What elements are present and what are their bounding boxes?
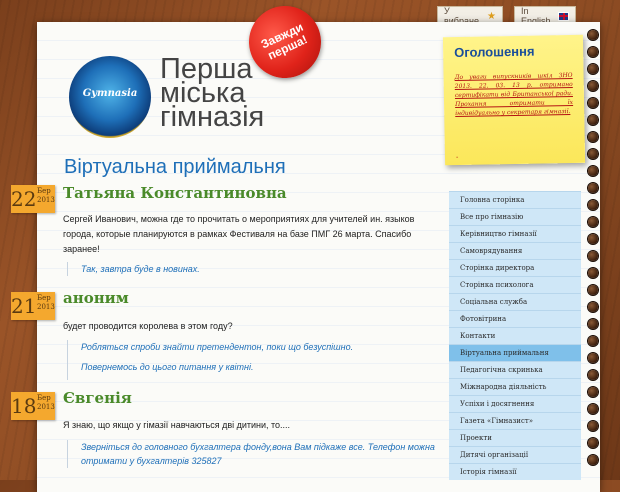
sidebar-menu-item[interactable]: Педагогічна скринька: [449, 361, 581, 378]
entry-question: Я знаю, що якщо у гімазії навчаються дві…: [63, 420, 291, 430]
entry-answer-block: Робляться спроби знайти претендентон, по…: [67, 340, 437, 380]
binding-ring: [588, 183, 598, 193]
sidebar-menu-item[interactable]: Сторінка директора: [449, 259, 581, 276]
date-badge: 22 Бер 2013: [11, 185, 55, 213]
sidebar-menu-item[interactable]: Міжнародна діяльність: [449, 378, 581, 395]
entry-author: Татьяна Константиновна: [63, 184, 287, 202]
binding-ring: [588, 421, 598, 431]
date-day: 21: [11, 294, 37, 318]
entry-author: Євгенія: [63, 389, 132, 407]
binding-ring: [588, 370, 598, 380]
binding-ring: [588, 30, 598, 40]
binding-ring: [588, 200, 598, 210]
binding-ring: [588, 387, 598, 397]
announcement-note: Оголошення До уваги випускників шкіл ЗНО…: [442, 34, 586, 166]
binding-ring: [588, 64, 598, 74]
date-day: 18: [11, 394, 37, 418]
site-title-line: гімназія: [160, 101, 265, 133]
sidebar-menu-item[interactable]: Фотовітрина: [449, 310, 581, 327]
binding-ring: [588, 234, 598, 244]
sidebar-menu-item[interactable]: Все про гімназію: [449, 208, 581, 225]
binding-ring: [588, 98, 598, 108]
sidebar-menu-item[interactable]: Самоврядування: [449, 242, 581, 259]
announcement-title: Оголошення: [454, 43, 535, 61]
site-title[interactable]: Перша міська гімназія: [160, 55, 265, 133]
binding-ring: [588, 217, 598, 227]
date-day: 22: [11, 187, 37, 211]
announcement-dash: -: [455, 152, 459, 162]
sidebar-menu: Головна сторінка Все про гімназію Керівниц…: [449, 191, 581, 480]
date-month: Бер: [37, 394, 51, 402]
binding-ring: [588, 166, 598, 176]
announcement-link[interactable]: До уваги випускників шкіл ЗНО 2013. 22. …: [455, 71, 574, 118]
binding-ring: [588, 438, 598, 448]
binding-ring: [588, 285, 598, 295]
sidebar-menu-item[interactable]: Контакти: [449, 327, 581, 344]
sidebar-menu-item[interactable]: Керівництво гімназії: [449, 225, 581, 242]
binding-ring: [588, 47, 598, 57]
entry-answer: Повернемось до цього питання у квітні.: [81, 362, 254, 372]
sidebar-menu-item[interactable]: Головна сторінка: [449, 191, 581, 208]
binding-ring: [588, 455, 598, 465]
binding-ring: [588, 302, 598, 312]
entry-question: будет проводится королева в этом году?: [63, 321, 233, 331]
logo-text: Gymnasia: [82, 88, 138, 99]
binding-ring: [588, 353, 598, 363]
spiral-binding: [588, 30, 602, 465]
binding-ring: [588, 132, 598, 142]
date-month: Бер: [37, 187, 51, 195]
entry-author: аноним: [63, 289, 129, 307]
binding-ring: [588, 319, 598, 329]
binding-ring: [588, 81, 598, 91]
binding-ring: [588, 115, 598, 125]
sidebar-menu-item[interactable]: Успіхи і досягнення: [449, 395, 581, 412]
sidebar-menu-item[interactable]: Газета «Гімназист»: [449, 412, 581, 429]
date-year: 2013: [37, 403, 55, 411]
sidebar-menu-item[interactable]: Проекти: [449, 429, 581, 446]
binding-ring: [588, 268, 598, 278]
date-year: 2013: [37, 303, 55, 311]
sidebar-menu-item[interactable]: Сторінка психолога: [449, 276, 581, 293]
page-title: Віртуальна приймальня: [64, 156, 286, 178]
entry-answer: Так, завтра буде в новинах.: [67, 262, 437, 276]
date-badge: 18 Бер 2013: [11, 392, 55, 420]
binding-ring: [588, 336, 598, 346]
sidebar-menu-item[interactable]: Соціальна служба: [449, 293, 581, 310]
entry-question: Сергей Иванович, можна где то прочитать …: [63, 214, 415, 254]
entry-answer: Зверніться до головного бухгалтера фонду…: [67, 440, 437, 468]
date-badge: 21 Бер 2013: [11, 292, 55, 320]
school-logo[interactable]: Gymnasia: [69, 56, 151, 138]
sidebar-menu-item[interactable]: Віртуальна приймальня: [449, 344, 581, 361]
binding-ring: [588, 404, 598, 414]
uk-flag-icon: [558, 11, 569, 21]
star-icon: ★: [487, 10, 496, 22]
date-month: Бер: [37, 294, 51, 302]
sidebar-menu-item[interactable]: Історія гімназії: [449, 463, 581, 480]
binding-ring: [588, 149, 598, 159]
sidebar-menu-item[interactable]: Дитячі організації: [449, 446, 581, 463]
date-year: 2013: [37, 196, 55, 204]
binding-ring: [588, 251, 598, 261]
entry-answer: Робляться спроби знайти претендентон, по…: [81, 342, 354, 352]
